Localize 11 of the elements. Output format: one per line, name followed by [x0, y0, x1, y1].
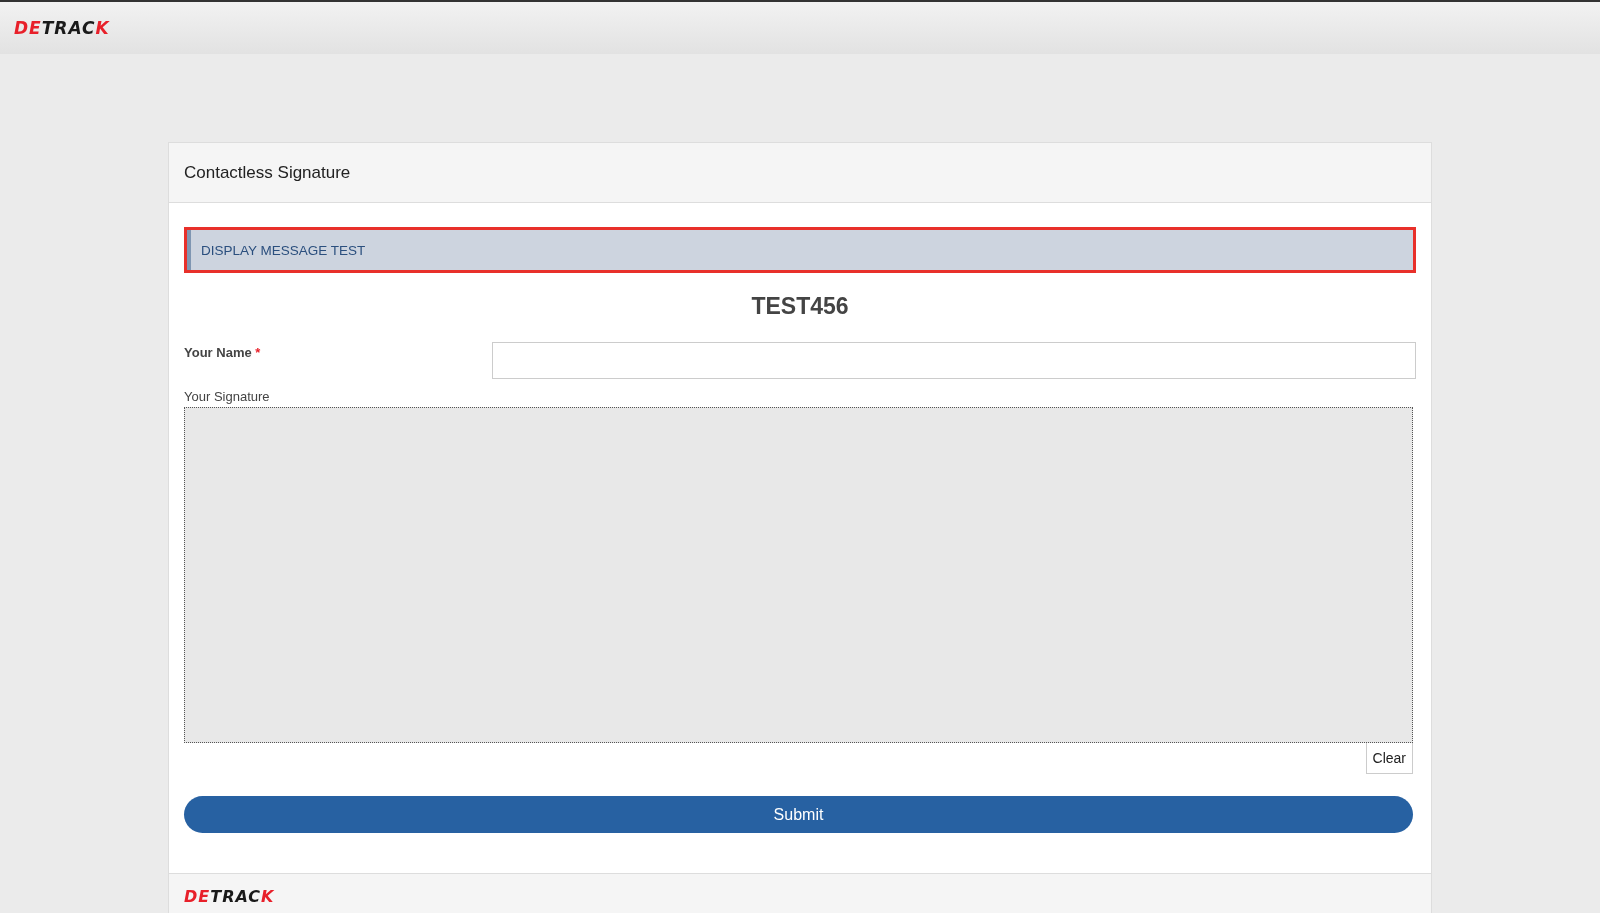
- signature-label: Your Signature: [184, 389, 270, 404]
- order-heading: TEST456: [751, 293, 849, 320]
- name-label: Your Name *: [184, 344, 262, 360]
- clear-button[interactable]: Clear: [1365, 743, 1413, 774]
- detrack-logo: DETRACK: [14, 19, 110, 37]
- card-title: Contactless Signature: [184, 162, 351, 183]
- message-text: DISPLAY MESSAGE TEST: [200, 242, 366, 258]
- signature-pad[interactable]: [184, 407, 1413, 743]
- submit-button[interactable]: Submit: [184, 796, 1413, 833]
- detrack-logo: DETRACK: [184, 889, 275, 905]
- name-input-field[interactable]: [492, 342, 1416, 379]
